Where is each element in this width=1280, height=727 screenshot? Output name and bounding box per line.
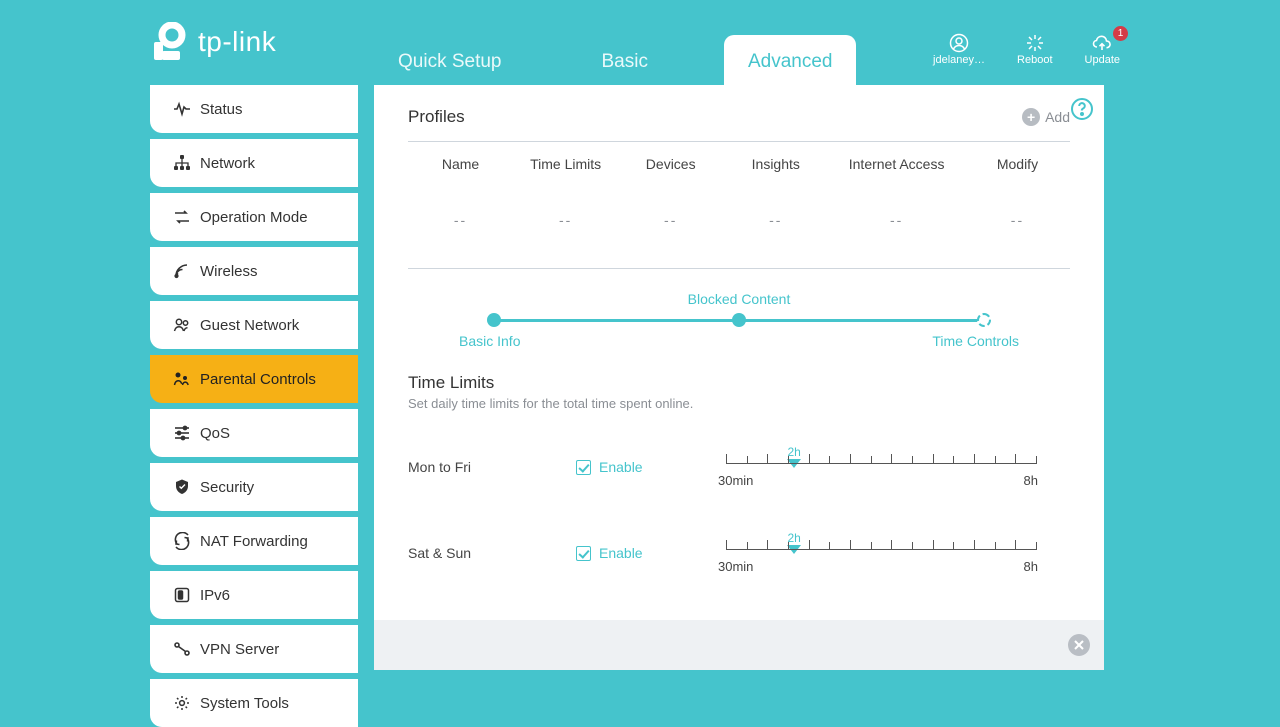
status-icon (168, 100, 196, 118)
stepper-right-label: Time Controls (932, 333, 1019, 349)
sidebar-item-label: Operation Mode (200, 209, 308, 226)
th-internet-access: Internet Access (828, 156, 965, 172)
operation-mode-icon (168, 208, 196, 226)
tl-weekday-enable-toggle[interactable]: Enable (576, 459, 706, 475)
header-user[interactable]: jdelaney… (933, 32, 985, 66)
reboot-icon (1025, 32, 1045, 54)
system-tools-icon (168, 694, 196, 712)
th-insights: Insights (723, 156, 828, 172)
slider-value-label: 2h (787, 445, 801, 459)
checkbox-icon (576, 460, 591, 475)
th-name: Name (408, 156, 513, 172)
stepper-middle-label: Blocked Content (459, 291, 1019, 307)
stepper-left-label: Basic Info (459, 333, 520, 349)
sidebar-item-label: Guest Network (200, 317, 299, 334)
sidebar-item-label: Network (200, 155, 255, 172)
th-devices: Devices (618, 156, 723, 172)
sidebar-item-nat-forwarding[interactable]: NAT Forwarding (150, 517, 358, 565)
security-icon (168, 478, 196, 496)
sidebar-item-label: IPv6 (200, 587, 230, 604)
sidebar-item-ipv6[interactable]: IPv6 (150, 571, 358, 619)
header-user-label: jdelaney… (933, 54, 985, 66)
enable-label: Enable (599, 545, 643, 561)
sidebar: Status Network Operation Mode Wireless G… (150, 85, 358, 727)
qos-icon (168, 424, 196, 442)
td: -- (965, 212, 1070, 228)
add-profile-button[interactable]: + Add (1022, 108, 1070, 126)
sidebar-item-label: Parental Controls (200, 371, 316, 388)
slider-min-label: 30min (718, 559, 753, 574)
tplink-logo-icon (150, 22, 190, 62)
ipv6-icon (168, 586, 196, 604)
profiles-heading: Profiles (408, 107, 465, 127)
td: -- (828, 212, 965, 228)
header-update[interactable]: 1 Update (1085, 32, 1120, 66)
user-icon (949, 32, 969, 54)
sidebar-item-network[interactable]: Network (150, 139, 358, 187)
tl-row-weekend-label: Sat & Sun (408, 545, 576, 561)
td: -- (723, 212, 828, 228)
tab-advanced[interactable]: Advanced (724, 35, 857, 85)
stepper-dot-basic-info[interactable] (487, 313, 501, 327)
sidebar-item-status[interactable]: Status (150, 85, 358, 133)
checkbox-icon (576, 546, 591, 561)
slider-min-label: 30min (718, 473, 753, 488)
time-limits-desc: Set daily time limits for the total time… (408, 396, 1070, 411)
sidebar-item-label: Wireless (200, 263, 258, 280)
vpn-server-icon (168, 640, 196, 658)
stepper-dot-blocked-content[interactable] (732, 313, 746, 327)
update-badge: 1 (1113, 26, 1128, 41)
brand-label: tp-link (198, 26, 276, 58)
brand-logo: tp-link (150, 22, 276, 62)
th-modify: Modify (965, 156, 1070, 172)
wireless-icon (168, 262, 196, 280)
sidebar-item-label: Status (200, 101, 243, 118)
th-time-limits: Time Limits (513, 156, 618, 172)
sidebar-item-guest-network[interactable]: Guest Network (150, 301, 358, 349)
stepper-track (459, 313, 1019, 327)
tl-weekend-enable-toggle[interactable]: Enable (576, 545, 706, 561)
td: -- (408, 212, 513, 228)
add-profile-label: Add (1045, 109, 1070, 125)
tab-basic[interactable]: Basic (578, 35, 672, 85)
plus-icon: + (1022, 108, 1040, 126)
tab-quick-setup[interactable]: Quick Setup (374, 35, 526, 85)
tl-row-weekday-label: Mon to Fri (408, 459, 576, 475)
tl-weekday-slider[interactable]: 2h 30min 8h (726, 437, 1036, 497)
sidebar-item-label: QoS (200, 425, 230, 442)
update-icon (1092, 32, 1112, 54)
sidebar-item-wireless[interactable]: Wireless (150, 247, 358, 295)
td: -- (618, 212, 723, 228)
slider-value-label: 2h (787, 531, 801, 545)
sidebar-item-security[interactable]: Security (150, 463, 358, 511)
profiles-empty-row: -- -- -- -- -- -- (408, 212, 1070, 228)
sidebar-item-label: Security (200, 479, 254, 496)
time-limits-heading: Time Limits (408, 373, 1070, 393)
td: -- (513, 212, 618, 228)
stepper-dot-time-controls[interactable] (977, 313, 991, 327)
panel-footer (374, 620, 1104, 670)
header-reboot[interactable]: Reboot (1017, 32, 1052, 66)
tl-weekend-slider[interactable]: 2h 30min 8h (726, 523, 1036, 583)
profiles-table-header: Name Time Limits Devices Insights Intern… (408, 156, 1070, 172)
nat-forwarding-icon (168, 532, 196, 550)
header-reboot-label: Reboot (1017, 54, 1052, 66)
help-icon[interactable] (1070, 97, 1094, 126)
parental-controls-icon (168, 370, 196, 388)
sidebar-item-label: VPN Server (200, 641, 279, 658)
enable-label: Enable (599, 459, 643, 475)
sidebar-item-vpn-server[interactable]: VPN Server (150, 625, 358, 673)
network-icon (168, 154, 196, 172)
sidebar-item-parental-controls[interactable]: Parental Controls (150, 355, 358, 403)
guest-network-icon (168, 316, 196, 334)
sidebar-item-label: System Tools (200, 695, 289, 712)
slider-max-label: 8h (1024, 559, 1038, 574)
header-update-label: Update (1085, 54, 1120, 66)
sidebar-item-operation-mode[interactable]: Operation Mode (150, 193, 358, 241)
close-button[interactable] (1068, 634, 1090, 656)
slider-max-label: 8h (1024, 473, 1038, 488)
sidebar-item-label: NAT Forwarding (200, 533, 308, 550)
sidebar-item-qos[interactable]: QoS (150, 409, 358, 457)
